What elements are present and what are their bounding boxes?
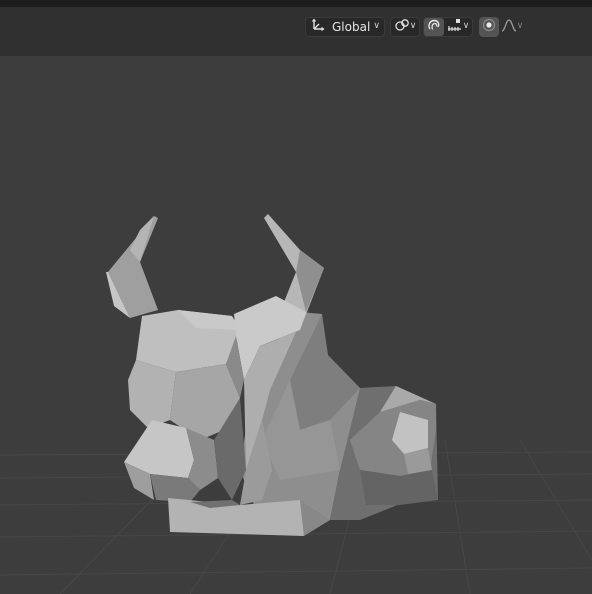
3d-viewport[interactable]: Global ∨ ∨ ∨ ∨	[0, 0, 592, 594]
bull-head-mesh[interactable]	[0, 0, 592, 594]
